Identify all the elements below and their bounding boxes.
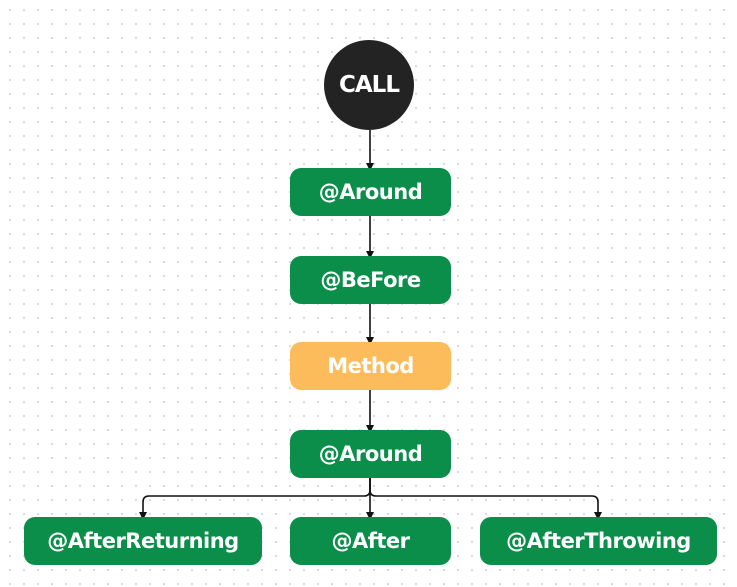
- call-node: CALL: [324, 40, 414, 130]
- around-node-bottom: @Around: [290, 430, 451, 478]
- edge-around-to-afterthrowing: [369, 478, 602, 520]
- after-returning-node: @AfterReturning: [24, 517, 262, 565]
- after-node: @After: [290, 517, 451, 565]
- around-node-top: @Around: [290, 168, 451, 216]
- before-node: @BeFore: [290, 256, 451, 304]
- flow-diagram: CALL @Around @BeFore Method @Around @Aft…: [0, 0, 737, 587]
- method-node: Method: [290, 342, 451, 390]
- edge-around-to-afterreturning: [139, 478, 371, 520]
- after-throwing-node: @AfterThrowing: [480, 517, 717, 565]
